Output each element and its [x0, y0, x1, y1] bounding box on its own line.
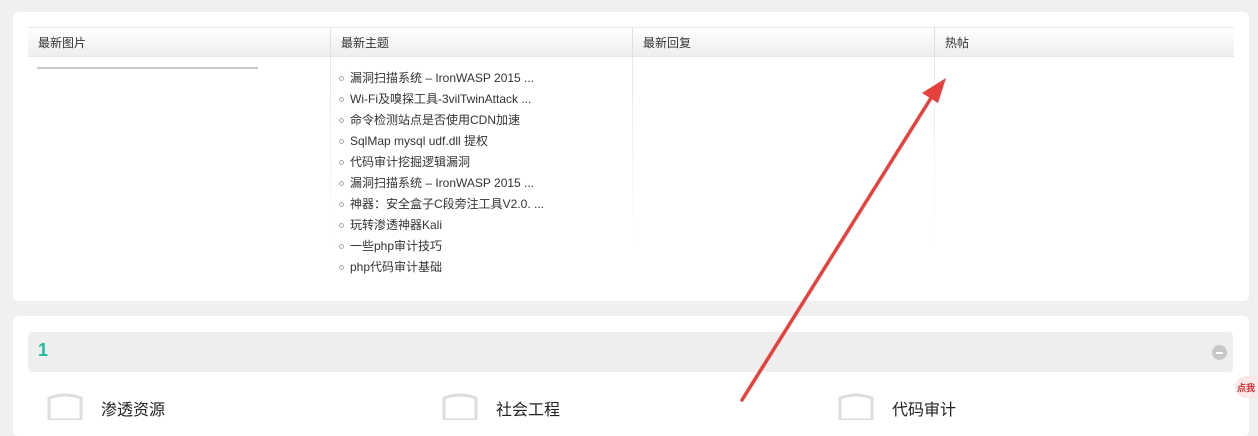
shield-icon — [47, 393, 83, 420]
tab-hot-posts[interactable]: 热帖 — [934, 27, 1234, 57]
section-title[interactable]: 1 — [38, 340, 48, 361]
topic-link[interactable]: SqlMap mysql udf.dll 提权 — [339, 131, 544, 152]
topic-link[interactable]: php代码审计基础 — [339, 257, 544, 278]
bullet-icon — [339, 118, 344, 123]
tab-latest-images[interactable]: 最新图片 — [28, 27, 330, 57]
bullet-icon — [339, 139, 344, 144]
topic-link[interactable]: 命令检测站点是否使用CDN加速 — [339, 110, 544, 131]
collapse-icon[interactable] — [1212, 345, 1227, 360]
topic-link[interactable]: 一些php审计技巧 — [339, 236, 544, 257]
bullet-icon — [339, 160, 344, 165]
forum-name[interactable]: 渗透资源 — [101, 396, 165, 420]
floating-contact-badge[interactable]: 点我 — [1235, 376, 1258, 398]
shield-icon — [442, 393, 478, 420]
topic-link[interactable]: 漏洞扫描系统 – IronWASP 2015 ... — [339, 68, 544, 89]
forum-name[interactable]: 社会工程 — [496, 396, 560, 420]
latest-topics-list: 漏洞扫描系统 – IronWASP 2015 ... Wi-Fi及嗅探工具-3v… — [339, 68, 544, 278]
topic-link[interactable]: 漏洞扫描系统 – IronWASP 2015 ... — [339, 173, 544, 194]
badge-label: 点我 — [1237, 383, 1256, 393]
topic-link[interactable]: 神器：安全盒子C段旁注工具V2.0. ... — [339, 194, 544, 215]
latest-posts-panel: 最新图片 最新主题 最新回复 热帖 漏洞扫描系统 – IronWASP 2015… — [13, 12, 1249, 301]
image-slider-placeholder — [37, 67, 258, 69]
bullet-icon — [339, 181, 344, 186]
topic-link[interactable]: Wi-Fi及嗅探工具-3vilTwinAttack ... — [339, 89, 544, 110]
bullet-icon — [339, 265, 344, 270]
topic-link[interactable]: 玩转渗透神器Kali — [339, 215, 544, 236]
shield-icon — [838, 393, 874, 420]
tab-latest-topics[interactable]: 最新主题 — [330, 27, 632, 57]
bullet-icon — [339, 244, 344, 249]
bullet-icon — [339, 202, 344, 207]
forum-section-panel: 1 渗透资源 社会工程 代码审计 — [13, 316, 1249, 436]
forum-name[interactable]: 代码审计 — [892, 396, 956, 420]
column-divider — [632, 57, 633, 247]
bullet-icon — [339, 97, 344, 102]
bullet-icon — [339, 76, 344, 81]
column-divider — [934, 57, 935, 247]
column-divider — [330, 57, 331, 247]
bullet-icon — [339, 223, 344, 228]
tab-latest-replies[interactable]: 最新回复 — [632, 27, 934, 57]
section-header: 1 — [28, 332, 1233, 372]
topic-link[interactable]: 代码审计挖掘逻辑漏洞 — [339, 152, 544, 173]
